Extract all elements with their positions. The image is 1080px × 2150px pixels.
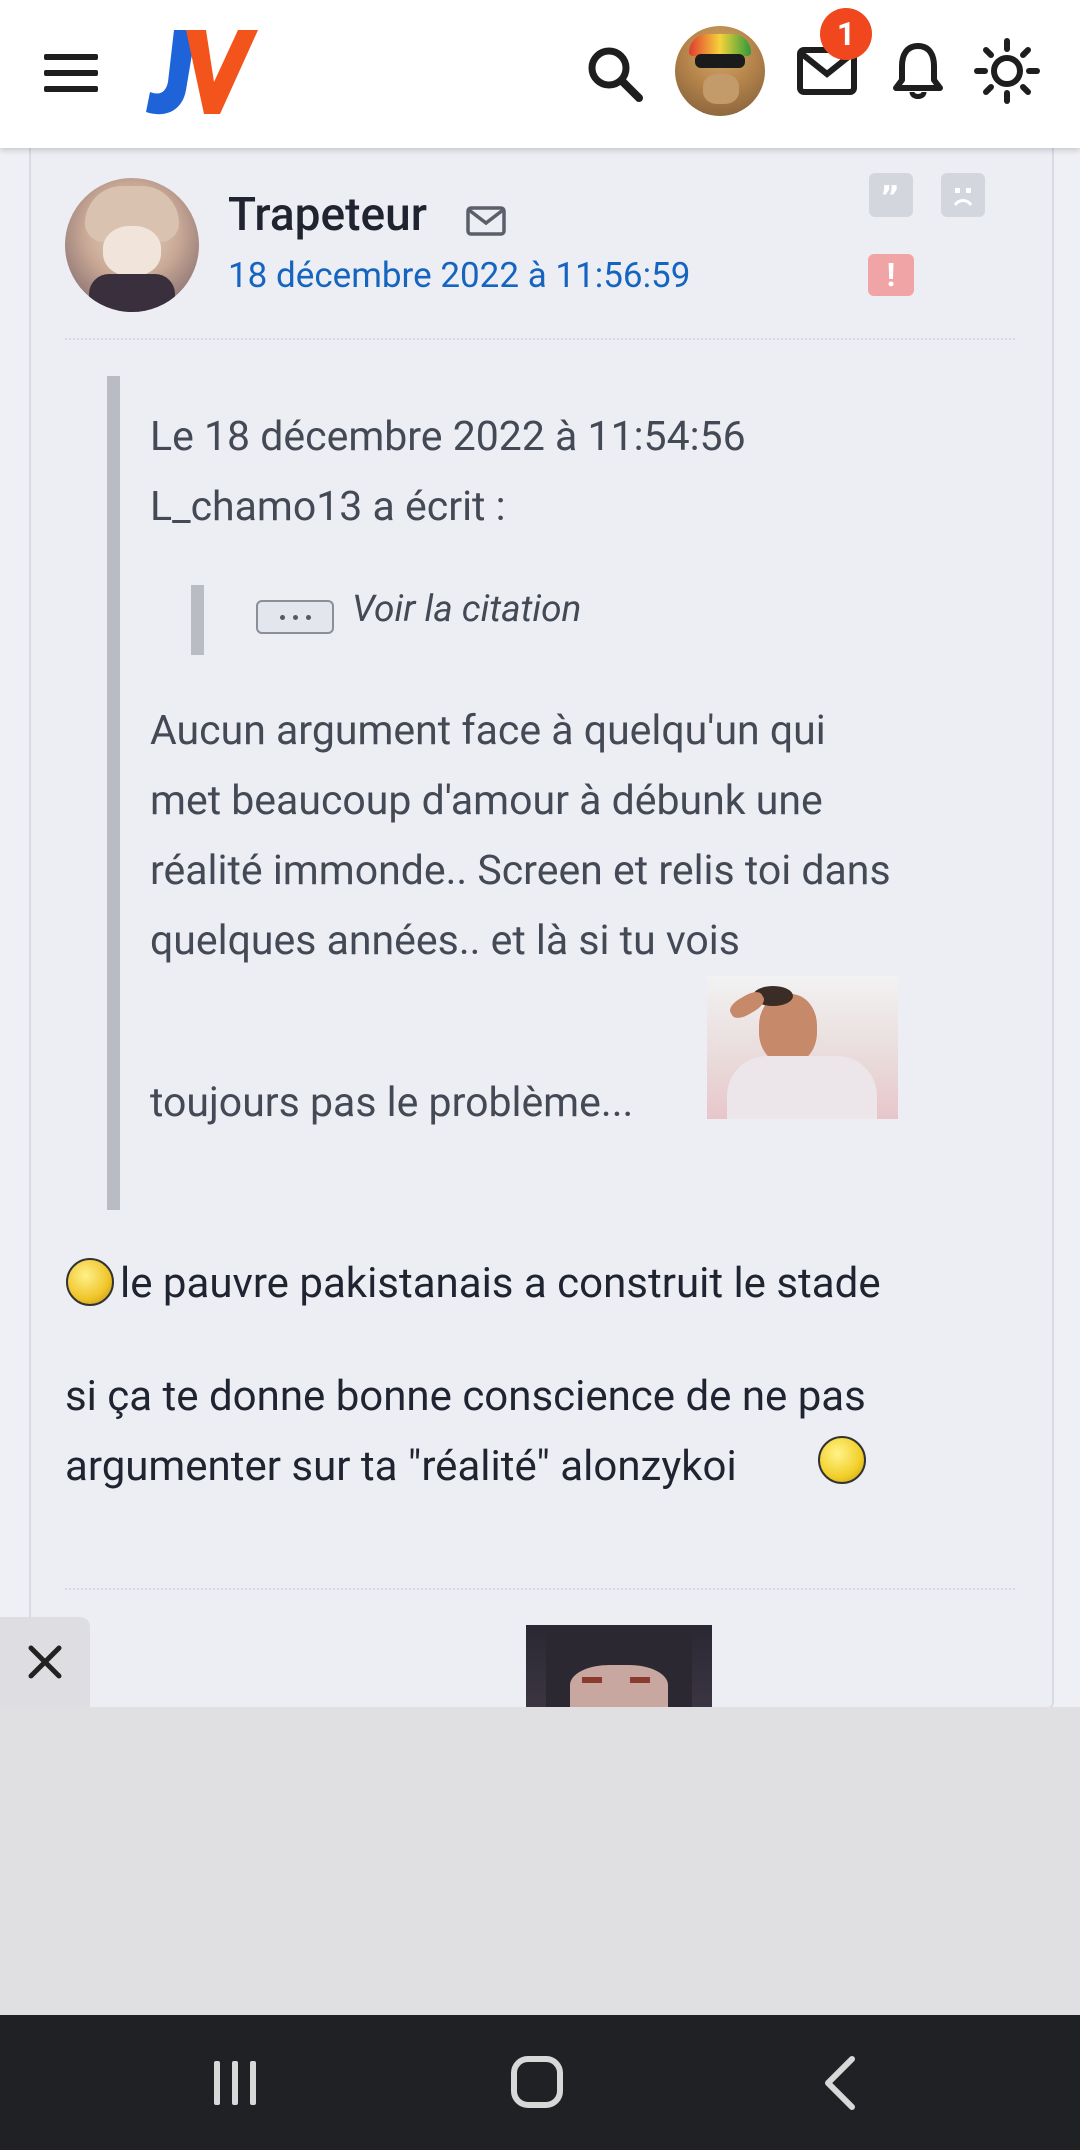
- author-name[interactable]: Trapeteur: [228, 188, 427, 242]
- nested-quote-bar: [191, 585, 204, 655]
- bell-icon[interactable]: [892, 40, 944, 102]
- quote-icon[interactable]: ”: [869, 173, 913, 217]
- recent-apps-icon[interactable]: [210, 2059, 260, 2107]
- smile-smiley-icon: [818, 1436, 866, 1484]
- reply-line: si ça te donne bonne conscience de ne pa…: [65, 1372, 866, 1421]
- post-footer-divider: [65, 1588, 1015, 1590]
- private-message-icon[interactable]: [466, 206, 506, 236]
- sad-face-icon[interactable]: [941, 173, 985, 217]
- report-alert-icon[interactable]: !: [868, 254, 914, 296]
- jv-logo[interactable]: [134, 26, 258, 120]
- quote-body-line: réalité immonde.. Screen et relis toi da…: [150, 847, 891, 895]
- voir-citation-label[interactable]: Voir la citation: [352, 588, 581, 631]
- svg-text:”: ”: [880, 180, 900, 215]
- search-icon[interactable]: [585, 44, 643, 102]
- close-ad-button[interactable]: [0, 1617, 90, 1707]
- post-header-divider: [65, 338, 1015, 340]
- quote-header-author: L_chamo13 a écrit :: [150, 483, 506, 531]
- close-icon: [28, 1645, 62, 1679]
- home-icon[interactable]: [510, 2055, 564, 2109]
- system-navigation-bar: [0, 2015, 1080, 2150]
- reply-line: le pauvre pakistanais a construit le sta…: [120, 1259, 881, 1308]
- expand-quote-button[interactable]: [256, 600, 334, 634]
- user-avatar[interactable]: [675, 26, 765, 116]
- reply-line: argumenter sur ta "réalité" alonzykoi: [65, 1442, 737, 1491]
- back-icon[interactable]: [820, 2055, 860, 2111]
- menu-icon[interactable]: [44, 54, 98, 92]
- quote-bar: [107, 376, 120, 1210]
- quote-body-line: toujours pas le problème...: [150, 1079, 634, 1127]
- author-avatar[interactable]: [65, 178, 199, 312]
- signature-image: [526, 1625, 712, 1707]
- quote-body-line: quelques années.. et là si tu vois: [150, 917, 740, 965]
- crying-smiley-icon: [66, 1258, 114, 1306]
- brightness-icon[interactable]: [974, 38, 1040, 104]
- notification-badge: 1: [820, 8, 872, 60]
- quote-header-date: Le 18 décembre 2022 à 11:54:56: [150, 413, 746, 461]
- top-app-bar: 1: [0, 0, 1080, 148]
- quote-body-line: met beaucoup d'amour à débunk une: [150, 777, 823, 825]
- quote-body-line: Aucun argument face à quelqu'un qui: [150, 707, 826, 755]
- post-date-link[interactable]: 18 décembre 2022 à 11:56:59: [228, 255, 690, 296]
- laughing-man-sticker[interactable]: [707, 976, 898, 1119]
- ad-banner[interactable]: [0, 1707, 1080, 2015]
